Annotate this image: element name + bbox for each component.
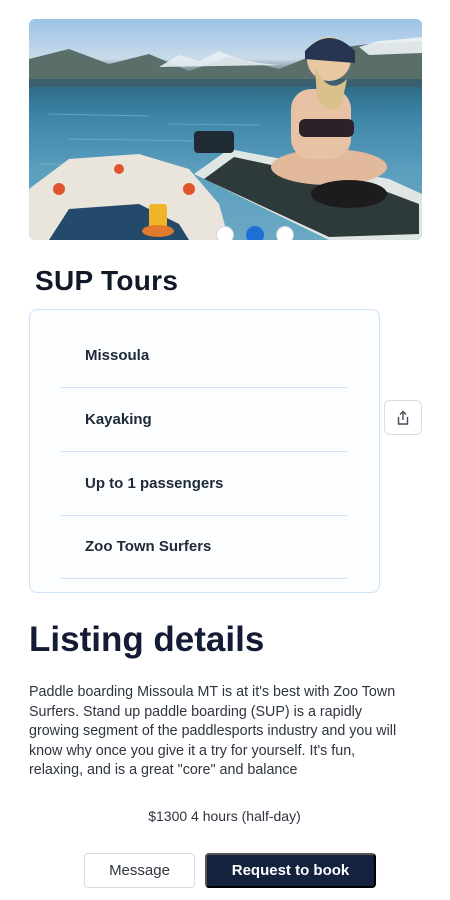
attribute-operator: Zoo Town Surfers: [61, 515, 347, 579]
listing-attributes-card: Missoula Kayaking Up to 1 passengers Zoo…: [29, 309, 380, 593]
price-line: $1300 4 hours (half-day): [0, 808, 450, 824]
attribute-label: Kayaking: [85, 411, 152, 428]
attribute-label: Missoula: [85, 347, 150, 364]
listing-photo[interactable]: [29, 19, 422, 240]
carousel-dots: [216, 226, 294, 240]
listing-description: Paddle boarding Missoula MT is at it's b…: [29, 684, 397, 778]
attribute-label: Zoo Town Surfers: [85, 538, 212, 555]
listing-details-heading: Listing details: [29, 620, 265, 659]
attribute-activity: Kayaking: [61, 388, 347, 452]
carousel-dot[interactable]: [246, 226, 264, 240]
attribute-label: Up to 1 passengers: [85, 475, 224, 492]
share-button[interactable]: [384, 400, 422, 435]
carousel-dot[interactable]: [216, 226, 234, 240]
attribute-location: Missoula: [61, 324, 347, 388]
attribute-capacity: Up to 1 passengers: [61, 452, 347, 516]
share-icon: [397, 410, 409, 425]
carousel-dot[interactable]: [276, 226, 294, 240]
message-button[interactable]: Message: [84, 853, 195, 888]
request-to-book-button[interactable]: Request to book: [205, 853, 376, 888]
paddleboard-scene-image: [29, 37, 422, 240]
price-text: $1300 4 hours (half-day): [148, 808, 301, 824]
listing-title: SUP Tours: [35, 265, 179, 296]
